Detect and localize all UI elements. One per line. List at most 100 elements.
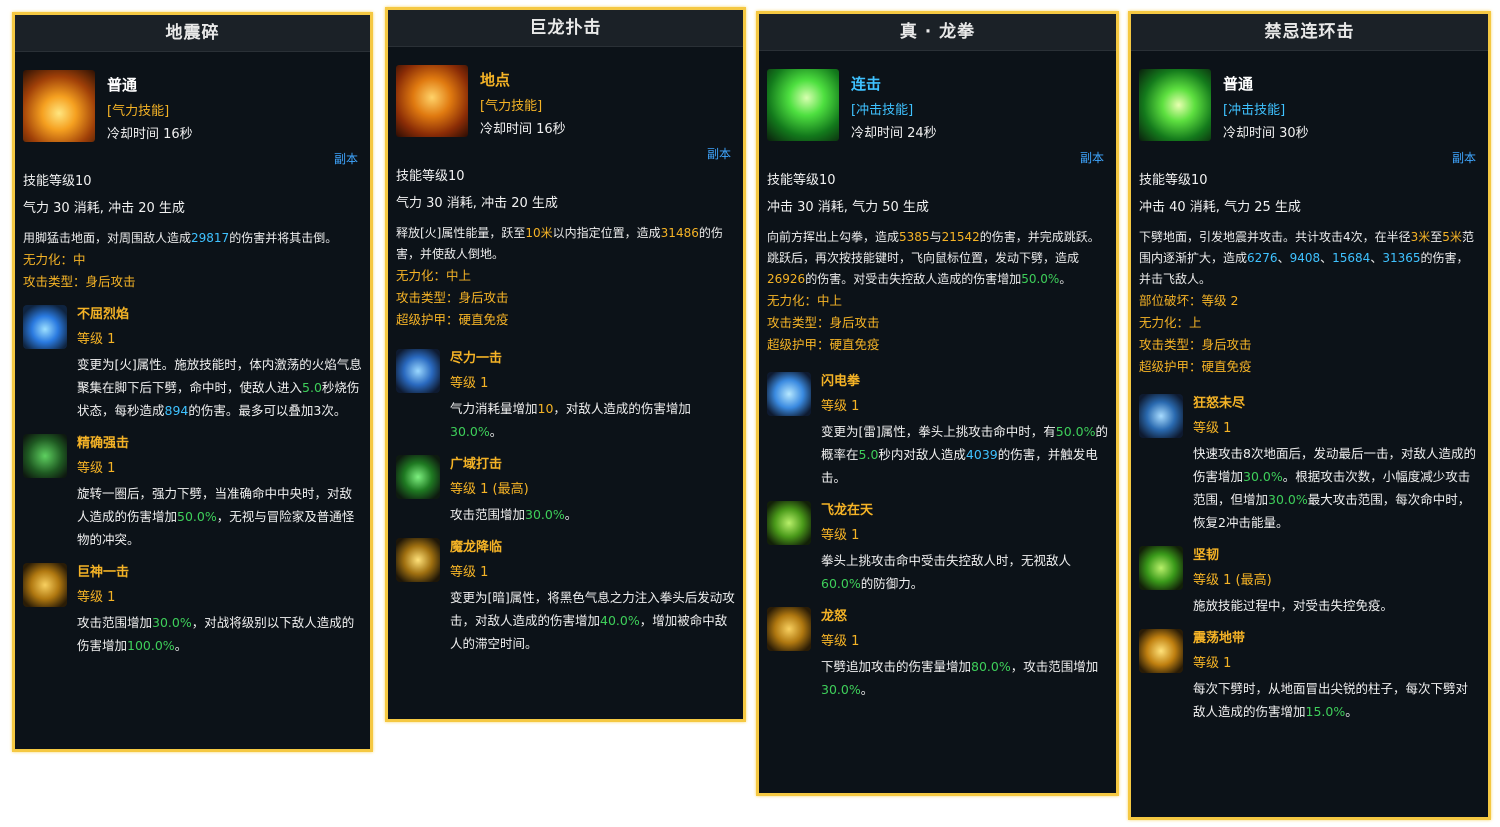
rune-name: 魔龙降临: [450, 540, 503, 555]
rune-name: 坚韧: [1193, 548, 1220, 563]
skill-description: 下劈地面，引发地震并攻击。共计攻击4次，在半径3米至5米范围内逐渐扩大，造成62…: [1139, 230, 1474, 286]
range-expand-icon: [767, 607, 811, 651]
dungeon-label[interactable]: 副本: [15, 150, 370, 168]
skill-description: 向前方挥出上勾拳，造成5385与21542的伤害，并完成跳跃。跳跃后，再次按技能…: [767, 230, 1100, 286]
skill-card-earthquake: 地震碎 普通 [气力技能] 冷却时间 16秒 副本 技能等级10 气力 30 消…: [12, 12, 373, 752]
skill-level: 技能等级10: [396, 169, 465, 184]
rune-name: 飞龙在天: [821, 503, 874, 518]
skill-title: 真 · 龙拳: [759, 14, 1116, 51]
skill-category: [气力技能]: [480, 99, 543, 114]
rune-description: 变更为[雷]属性，拳头上挑攻击命中时，有50.0%的概率在5.0秒内对敌人造成4…: [821, 424, 1108, 485]
rune-description: 每次下劈时，从地面冒出尖锐的柱子，每次下劈对敌人造成的伤害增加15.0%。: [1193, 681, 1469, 719]
rune-name: 广域打击: [450, 457, 503, 472]
skill-card-forbidden-combo: 禁忌连环击 普通 [冲击技能] 冷却时间 30秒 副本 技能等级10 冲击 40…: [1128, 11, 1491, 820]
rune-description: 施放技能过程中，对受击失控免疫。: [1193, 598, 1394, 613]
rune-level: 等级 1 (最高): [450, 482, 529, 497]
attack-type-prop: 攻击类型：身后攻击: [23, 274, 136, 289]
rune-description: 变更为[火]属性。施放技能时，体内激荡的火焰气息聚集在脚下后下劈，命中时，使敌人…: [77, 357, 362, 418]
part-break-prop: 部位破坏：等级 2: [1139, 293, 1239, 308]
tripod-rune: 巨神一击 等级 1 攻击范围增加30.0%，对战将级别以下敌人造成的伤害增加10…: [15, 561, 370, 657]
skill-description: 用脚猛击地面，对周围敌人造成29817的伤害并将其击倒。: [23, 231, 338, 245]
skill-card-true-dragon-fist: 真 · 龙拳 连击 [冲击技能] 冷却时间 24秒 副本 技能等级10 冲击 3…: [756, 11, 1119, 796]
super-armor-prop: 超级护甲：硬直免疫: [396, 312, 509, 327]
blue-flame-icon: [23, 305, 67, 349]
skill-type: 连击: [851, 75, 882, 93]
tripod-rune: 飞龙在天 等级 1 拳头上挑攻击命中受击失控敌人时，无视敌人60.0%的防御力。: [759, 499, 1116, 595]
fire-burst-icon: [23, 70, 95, 142]
rune-description: 攻击范围增加30.0%，对战将级别以下敌人造成的伤害增加100.0%。: [77, 615, 355, 653]
rune-level: 等级 1: [821, 399, 860, 414]
resource: 冲击 40 消耗, 气力 25 生成: [1139, 200, 1301, 215]
rune-description: 气力消耗量增加10，对敌人造成的伤害增加30.0%。: [450, 401, 691, 439]
skill-category: [冲击技能]: [851, 103, 914, 118]
skill-type: 普通: [107, 76, 138, 94]
tripod-rune: 龙怒 等级 1 下劈追加攻击的伤害量增加80.0%，攻击范围增加30.0%。: [759, 605, 1116, 701]
cooldown: 冷却时间 16秒: [107, 127, 193, 142]
rune-level: 等级 1: [1193, 656, 1232, 671]
tripod-rune: 闪电拳 等级 1 变更为[雷]属性，拳头上挑攻击命中时，有50.0%的概率在5.…: [759, 370, 1116, 489]
tripod-rune: 魔龙降临 等级 1 变更为[暗]属性，将黑色气息之力注入拳头后发动攻击，对敌人造…: [388, 536, 743, 655]
tripod-rune: 广域打击 等级 1 (最高) 攻击范围增加30.0%。: [388, 453, 743, 526]
rune-level: 等级 1: [821, 528, 860, 543]
skill-description: 释放[火]属性能量，跃至10米以内指定位置，造成31486的伤害，并使敌人倒地。: [396, 226, 723, 261]
rune-level: 等级 1: [77, 461, 116, 476]
wide-strike-icon: [396, 455, 440, 499]
rune-description: 攻击范围增加30.0%。: [450, 507, 578, 522]
green-burst-icon: [1139, 69, 1211, 141]
flying-dragon-icon: [767, 501, 811, 545]
tripod-rune: 狂怒未尽 等级 1 快速攻击8次地面后，发动最后一击，对敌人造成的伤害增加30.…: [1131, 392, 1488, 534]
rune-description: 快速攻击8次地面后，发动最后一击，对敌人造成的伤害增加30.0%。根据攻击次数，…: [1193, 446, 1476, 530]
rune-name: 闪电拳: [821, 374, 861, 389]
rune-level: 等级 1: [1193, 421, 1232, 436]
super-armor-prop: 超级护甲：硬直免疫: [767, 337, 880, 352]
rune-name: 龙怒: [821, 609, 848, 624]
rune-name: 不屈烈焰: [77, 307, 130, 322]
cooldown: 冷却时间 24秒: [851, 126, 937, 141]
cooldown: 冷却时间 30秒: [1223, 126, 1309, 141]
power-strike-icon: [396, 349, 440, 393]
rune-name: 精确强击: [77, 436, 130, 451]
shock-zone-icon: [1139, 629, 1183, 673]
skill-level: 技能等级10: [767, 173, 836, 188]
dungeon-label[interactable]: 副本: [388, 145, 743, 163]
skill-type: 地点: [480, 71, 511, 89]
stagger-prop: 无力化：中上: [396, 268, 472, 283]
skill-level: 技能等级10: [23, 174, 92, 189]
dungeon-label[interactable]: 副本: [759, 149, 1116, 167]
lightning-fist-icon: [767, 372, 811, 416]
crossed-arrows-icon: [23, 434, 67, 478]
skill-title: 禁忌连环击: [1131, 14, 1488, 51]
green-wind-icon: [767, 69, 839, 141]
rune-name: 尽力一击: [450, 351, 503, 366]
dragon-pounce-icon: [396, 65, 468, 137]
rune-description: 旋转一圈后，强力下劈，当准确命中中央时，对敌人造成的伤害增加50.0%，无视与冒…: [77, 486, 355, 547]
resource: 气力 30 消耗, 冲击 20 生成: [23, 201, 185, 216]
rune-name: 狂怒未尽: [1193, 396, 1246, 411]
tripod-rune: 不屈烈焰 等级 1 变更为[火]属性。施放技能时，体内激荡的火焰气息聚集在脚下后…: [15, 303, 370, 422]
skill-type: 普通: [1223, 75, 1254, 93]
tripod-rune: 尽力一击 等级 1 气力消耗量增加10，对敌人造成的伤害增加30.0%。: [388, 347, 743, 443]
rune-level: 等级 1: [77, 332, 116, 347]
rune-description: 变更为[暗]属性，将黑色气息之力注入拳头后发动攻击，对敌人造成的伤害增加40.0…: [450, 590, 735, 651]
cooldown: 冷却时间 16秒: [480, 122, 566, 137]
resource: 冲击 30 消耗, 气力 50 生成: [767, 200, 929, 215]
rune-name: 震荡地带: [1193, 631, 1246, 646]
stagger-prop: 无力化：上: [1139, 315, 1202, 330]
tripod-rune: 精确强击 等级 1 旋转一圈后，强力下劈，当准确命中中央时，对敌人造成的伤害增加…: [15, 432, 370, 551]
tenacity-icon: [1139, 546, 1183, 590]
skill-level: 技能等级10: [1139, 173, 1208, 188]
super-armor-prop: 超级护甲：硬直免疫: [1139, 359, 1252, 374]
tripod-rune: 震荡地带 等级 1 每次下劈时，从地面冒出尖锐的柱子，每次下劈对敌人造成的伤害增…: [1131, 627, 1488, 723]
range-expand-icon: [23, 563, 67, 607]
attack-type-prop: 攻击类型：身后攻击: [1139, 337, 1252, 352]
rune-description: 下劈追加攻击的伤害量增加80.0%，攻击范围增加30.0%。: [821, 659, 1099, 697]
skill-category: [气力技能]: [107, 104, 170, 119]
rune-level: 等级 1: [450, 376, 489, 391]
rune-description: 拳头上挑攻击命中受击失控敌人时，无视敌人60.0%的防御力。: [821, 553, 1072, 591]
rune-level: 等级 1: [821, 634, 860, 649]
crossed-blades-icon: [1139, 394, 1183, 438]
skill-category: [冲击技能]: [1223, 103, 1286, 118]
dungeon-label[interactable]: 副本: [1131, 149, 1488, 167]
rune-level: 等级 1: [450, 565, 489, 580]
attack-type-prop: 攻击类型：身后攻击: [767, 315, 880, 330]
